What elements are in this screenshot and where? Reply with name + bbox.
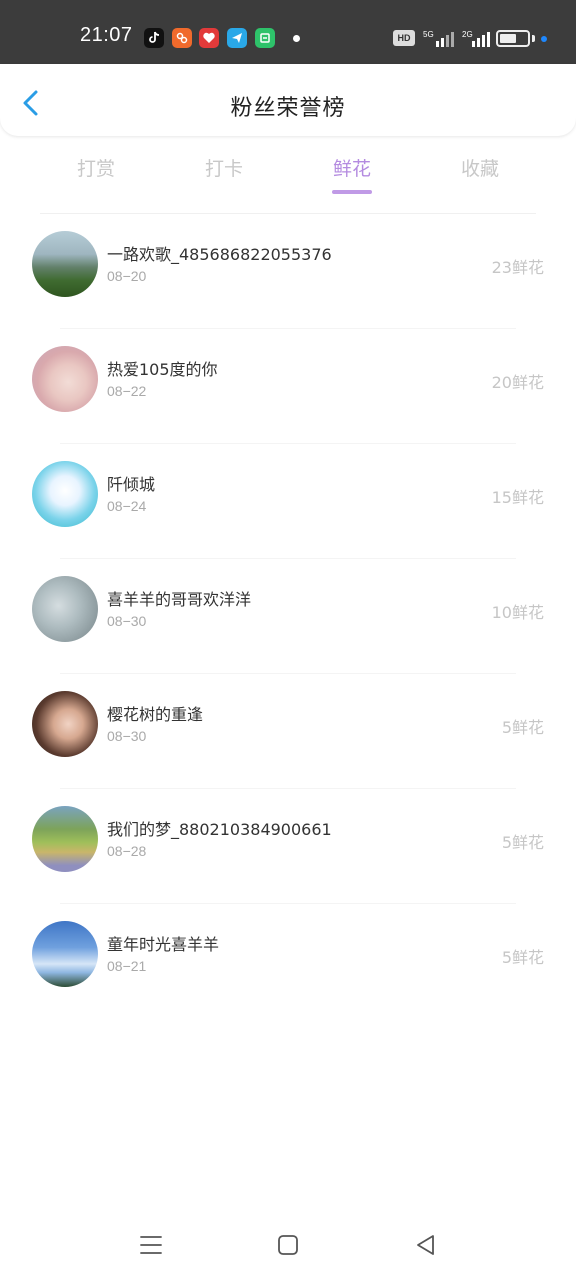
flower-count: 5鲜花 xyxy=(501,833,544,852)
status-bar: 21:07 HD 5G 2G xyxy=(0,0,576,64)
menu-button[interactable] xyxy=(138,1232,164,1258)
fan-date: 08−30 xyxy=(107,728,147,744)
header: 粉丝荣誉榜 xyxy=(0,64,576,136)
avatar[interactable] xyxy=(32,806,98,872)
tab-favorites[interactable]: 收藏 xyxy=(440,154,520,181)
status-blue-dot xyxy=(541,36,547,42)
app-green-icon xyxy=(255,28,275,48)
tab-bar: 打赏 打卡 鲜花 收藏 xyxy=(0,136,576,214)
fan-name: 童年时光喜羊羊 xyxy=(107,935,220,954)
avatar[interactable] xyxy=(32,921,98,987)
fan-name: 一路欢歌_485686822055376 xyxy=(107,245,332,264)
page-title: 粉丝荣誉榜 xyxy=(230,96,346,121)
menu-icon xyxy=(140,1236,162,1254)
tab-reward[interactable]: 打赏 xyxy=(56,154,136,181)
list-item[interactable]: 阡倾城 08−24 15鲜花 xyxy=(0,444,576,559)
avatar[interactable] xyxy=(32,346,98,412)
home-button[interactable] xyxy=(275,1232,301,1258)
avatar[interactable] xyxy=(32,461,98,527)
back-nav-button[interactable] xyxy=(413,1232,439,1258)
home-square-icon xyxy=(278,1235,298,1255)
fan-name: 我们的梦_880210384900661 xyxy=(107,820,332,839)
fan-name: 喜羊羊的哥哥欢洋洋 xyxy=(107,590,252,609)
tab-checkin[interactable]: 打卡 xyxy=(184,154,264,181)
flower-count: 15鲜花 xyxy=(491,488,544,507)
signal-5g-icon: 5G xyxy=(423,30,454,47)
battery-icon xyxy=(496,30,530,47)
flower-count: 20鲜花 xyxy=(491,373,544,392)
fans-list: 一路欢歌_485686822055376 08−20 23鲜花 热爱105度的你… xyxy=(0,214,576,1019)
flower-count: 10鲜花 xyxy=(491,603,544,622)
flower-count: 5鲜花 xyxy=(501,948,544,967)
fan-date: 08−21 xyxy=(107,958,147,974)
list-item[interactable]: 童年时光喜羊羊 08−21 5鲜花 xyxy=(0,904,576,1019)
app-red-icon xyxy=(199,28,219,48)
fan-date: 08−22 xyxy=(107,383,147,399)
avatar[interactable] xyxy=(32,691,98,757)
avatar[interactable] xyxy=(32,231,98,297)
list-item[interactable]: 樱花树的重逢 08−30 5鲜花 xyxy=(0,674,576,789)
back-triangle-icon xyxy=(417,1235,434,1255)
fan-date: 08−24 xyxy=(107,498,147,514)
fan-date: 08−30 xyxy=(107,613,147,629)
flower-count: 5鲜花 xyxy=(501,718,544,737)
fan-date: 08−20 xyxy=(107,268,147,284)
fan-name: 热爱105度的你 xyxy=(107,360,218,379)
network-2-label: 2G xyxy=(462,30,473,39)
list-item[interactable]: 喜羊羊的哥哥欢洋洋 08−30 10鲜花 xyxy=(0,559,576,674)
battery-level xyxy=(500,34,516,43)
tiktok-icon xyxy=(144,28,164,48)
list-item[interactable]: 一路欢歌_485686822055376 08−20 23鲜花 xyxy=(0,214,576,329)
tab-flowers[interactable]: 鲜花 xyxy=(312,154,392,181)
fan-name: 阡倾城 xyxy=(107,475,156,494)
battery-cap xyxy=(532,35,535,42)
fan-date: 08−28 xyxy=(107,843,147,859)
app-blue-icon xyxy=(227,28,247,48)
hd-badge: HD xyxy=(393,30,415,46)
network-1-label: 5G xyxy=(423,30,434,39)
status-time: 21:07 xyxy=(80,24,133,46)
fan-name: 樱花树的重逢 xyxy=(107,705,204,724)
app-orange-icon xyxy=(172,28,192,48)
avatar[interactable] xyxy=(32,576,98,642)
active-tab-indicator xyxy=(332,190,372,194)
list-item[interactable]: 热爱105度的你 08−22 20鲜花 xyxy=(0,329,576,444)
list-item[interactable]: 我们的梦_880210384900661 08−28 5鲜花 xyxy=(0,789,576,904)
system-nav-bar xyxy=(0,1210,576,1280)
signal-2g-icon: 2G xyxy=(462,30,490,47)
notification-dot xyxy=(293,35,300,42)
flower-count: 23鲜花 xyxy=(491,258,544,277)
